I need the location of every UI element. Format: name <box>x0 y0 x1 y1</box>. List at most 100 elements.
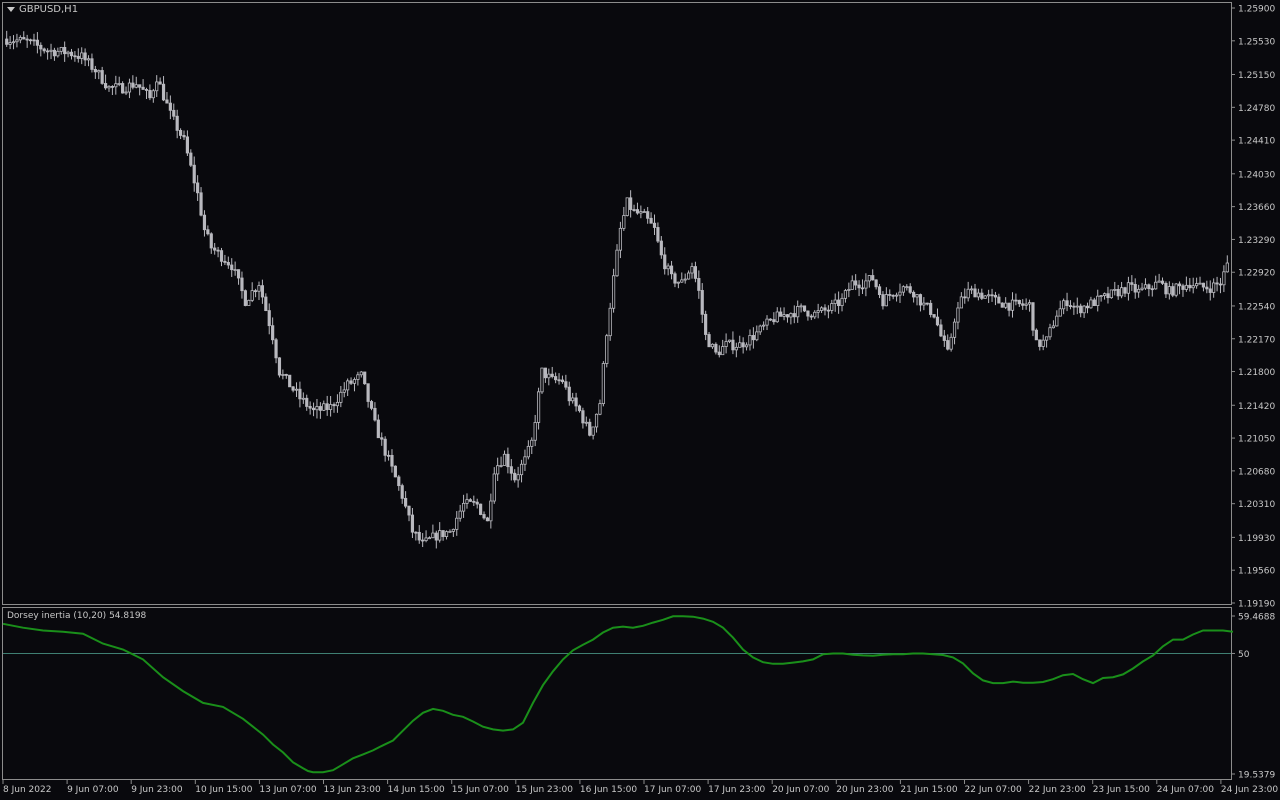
price-tick-label: 1.21800 <box>1238 368 1275 378</box>
candle-body <box>1133 284 1137 293</box>
candle-body <box>997 296 1001 304</box>
candle-body <box>925 302 929 305</box>
candle-body <box>789 313 793 318</box>
candle-body <box>155 81 159 92</box>
candle-body <box>1143 284 1148 289</box>
candle-body <box>929 302 933 315</box>
candle-body <box>622 215 626 229</box>
candle-body <box>765 318 769 326</box>
time-tick-label: 24 Jun 23:00 <box>1221 785 1278 795</box>
candle-body <box>1048 327 1052 338</box>
candle-body <box>301 397 305 400</box>
time-tick-label: 16 Jun 15:00 <box>580 785 637 795</box>
candle-body <box>526 445 530 458</box>
candle-body <box>233 269 237 272</box>
candle-body <box>236 269 241 279</box>
time-tick-label: 24 Jun 07:00 <box>1157 785 1214 795</box>
candle-body <box>605 335 609 364</box>
candle-body <box>639 211 643 214</box>
candle-body <box>485 517 490 522</box>
candle-body <box>230 264 234 271</box>
candle-body <box>114 83 118 88</box>
price-tick-label: 1.19190 <box>1238 600 1275 610</box>
price-tick-label: 1.19930 <box>1238 534 1275 544</box>
candle-body <box>247 299 251 306</box>
time-tick-label: 20 Jun 07:00 <box>772 785 829 795</box>
candle-body <box>359 371 363 376</box>
candle-body <box>1041 339 1045 347</box>
symbol-label[interactable]: GBPUSD,H1 <box>7 4 78 15</box>
candle-body <box>434 532 438 541</box>
candle-body <box>533 422 537 441</box>
time-tick-label: 15 Jun 23:00 <box>516 785 573 795</box>
price-tick-label: 1.25150 <box>1238 71 1275 81</box>
candle-body <box>888 294 892 296</box>
candle-body <box>226 262 230 266</box>
candle-body <box>69 51 74 57</box>
candle-body <box>898 291 902 296</box>
candle-body <box>809 315 813 318</box>
candle-body <box>659 240 663 256</box>
candle-body <box>741 342 745 348</box>
candle-body <box>564 381 568 388</box>
candle-body <box>158 81 162 85</box>
candle-body <box>912 291 916 298</box>
candle-body <box>915 294 919 298</box>
candle-body <box>1167 286 1171 295</box>
candle-body <box>189 152 193 166</box>
time-tick-label: 17 Jun 23:00 <box>708 785 765 795</box>
candle-body <box>724 341 728 347</box>
candle-body <box>584 421 588 424</box>
candle-body <box>1024 303 1028 306</box>
candle-body <box>196 182 200 194</box>
candle-body <box>905 286 909 289</box>
candle-body <box>455 517 459 530</box>
candle-body <box>748 335 752 346</box>
candle-body <box>329 404 333 410</box>
indicator-name: Dorsey inertia (10,20) <box>7 611 107 621</box>
candle-body <box>1157 280 1161 283</box>
candle-body <box>1218 283 1223 286</box>
candle-body <box>1225 262 1229 273</box>
candle-body <box>1021 303 1025 306</box>
candle-body <box>22 37 26 40</box>
price-tick-label: 1.24030 <box>1238 170 1275 180</box>
candle-body <box>629 197 633 210</box>
candle-body <box>1140 287 1144 290</box>
candle-body <box>76 55 80 59</box>
candle-body <box>697 278 701 291</box>
candle-body <box>431 532 435 539</box>
candle-body <box>39 44 43 50</box>
candle-body <box>393 465 397 478</box>
candle-body <box>243 290 247 306</box>
price-tick-label: 1.21050 <box>1238 435 1275 445</box>
candle-body <box>540 367 544 393</box>
candle-body <box>557 379 561 382</box>
candle-body <box>86 58 91 61</box>
indicator-tick-label: 19.5379 <box>1238 771 1275 781</box>
candle-body <box>669 265 674 275</box>
candle-body <box>318 406 322 411</box>
candle-body <box>458 510 462 519</box>
price-tick-label: 1.23660 <box>1238 203 1275 213</box>
time-tick-label: 9 Jun 07:00 <box>67 785 119 795</box>
candle-body <box>59 46 63 52</box>
candle-body <box>901 286 905 293</box>
candle-body <box>731 339 735 351</box>
candle-body <box>877 286 882 296</box>
candle-body <box>1147 284 1151 290</box>
candle-body <box>973 288 977 298</box>
dropdown-triangle-icon[interactable] <box>7 7 15 12</box>
candle-body <box>400 485 404 499</box>
candle-body <box>342 389 346 393</box>
candle-body <box>656 227 660 242</box>
candle-body <box>277 357 282 376</box>
candle-body <box>1007 302 1011 311</box>
candle-body <box>90 58 94 70</box>
candle-body <box>632 209 636 211</box>
candle-body <box>1212 282 1216 293</box>
candle-body <box>1102 293 1107 296</box>
candle-body <box>1031 302 1035 331</box>
candle-body <box>554 376 558 381</box>
candle-body <box>178 129 183 136</box>
